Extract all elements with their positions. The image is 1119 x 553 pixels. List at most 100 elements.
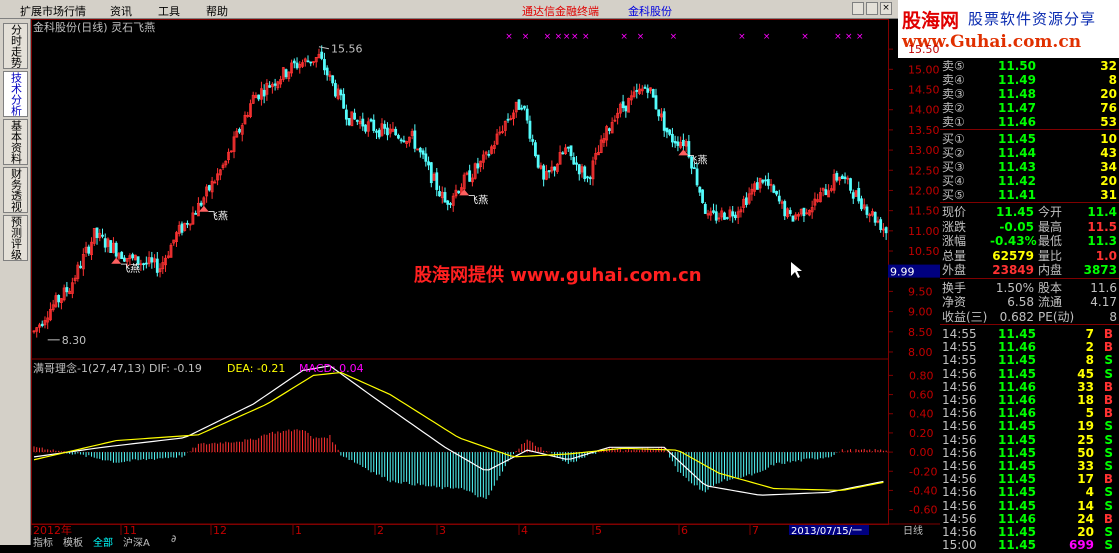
candle-body (553, 166, 556, 171)
kline-chart[interactable]: 15.50 15.00 14.50 14.00 13.50 13.00 12.50 12.00… (31, 19, 940, 535)
candle-body (150, 257, 154, 263)
top-marker: × (544, 32, 552, 42)
candle-body (347, 118, 351, 126)
minimize-icon[interactable] (852, 2, 864, 15)
candle-body (643, 86, 647, 89)
candle-body (695, 168, 699, 186)
candle-body (575, 162, 578, 165)
candle-body (654, 95, 658, 110)
candle-body (109, 240, 113, 253)
candle-body (487, 153, 491, 156)
top-marker: × (856, 32, 864, 42)
candle-body (701, 189, 704, 203)
stock-link[interactable]: 金科股份 (628, 3, 672, 19)
candle-body (325, 67, 329, 76)
x-axis-label: 6 (681, 524, 688, 535)
candle-body (783, 201, 787, 217)
bid-label: 买⑤ (942, 188, 965, 202)
menu-help[interactable]: 帮助 (206, 3, 228, 19)
macd-tick-label: 0.80 (909, 369, 934, 382)
candle-body (865, 206, 869, 215)
menu-bar: 扩展市场行情 资讯 工具 帮助 通达信金融终端 金科股份 × (0, 0, 898, 19)
tab-extra[interactable]: ∂ (171, 534, 176, 545)
menu-tools[interactable]: 工具 (158, 3, 180, 19)
candle-body (131, 254, 135, 259)
top-marker: × (763, 32, 771, 42)
candle-body (399, 139, 403, 142)
dif-value: DIF: -0.19 (149, 362, 202, 375)
tick-time: 15:00 (942, 538, 977, 553)
candle-body (186, 222, 189, 225)
macd-tick-label: -0.60 (909, 504, 937, 517)
x-axis-label: 7 (752, 524, 759, 535)
candle-body (531, 139, 535, 142)
tab-sh-sz-a[interactable]: 沪深A (123, 534, 150, 549)
tab-fundamentals[interactable]: 基本资料 (3, 119, 28, 165)
price-tick-label: 9.00 (908, 306, 933, 319)
top-marker: × (845, 32, 853, 42)
candle-body (745, 197, 748, 205)
candle-body (857, 187, 861, 202)
candle-body (791, 215, 795, 222)
top-marker: × (801, 32, 809, 42)
dea-value: DEA: -0.21 (227, 362, 285, 375)
candle-body (777, 195, 781, 202)
candle-body (849, 178, 852, 191)
candle-body (802, 207, 806, 217)
price-tick-label: 10.50 (908, 245, 940, 258)
macd-value: MACD: 0.04 (299, 362, 364, 375)
candle-body (353, 112, 356, 120)
candle-body (402, 140, 406, 143)
candle-body (788, 210, 792, 214)
top-marker: × (670, 32, 678, 42)
candle-body (238, 128, 241, 133)
candle-body (443, 192, 447, 203)
quote-panel: 卖⑤ 11.50 32 卖④ 11.49 8 卖③ 11.48 20 卖② 11.47 76 卖① 11.… (940, 58, 1119, 552)
candle-body (843, 176, 847, 179)
tab-technical[interactable]: 技术分析 (3, 71, 28, 117)
menu-extended-market[interactable]: 扩展市场行情 (20, 3, 86, 19)
candle-body (665, 127, 669, 133)
candle-body (194, 212, 198, 215)
x-axis-label: 5 (595, 524, 602, 535)
candle-body (884, 227, 888, 234)
candle-body (860, 198, 863, 210)
x-axis-label: 2 (377, 524, 384, 535)
tab-template[interactable]: 模板 (63, 534, 83, 549)
candle-body (569, 145, 573, 157)
restore-icon[interactable] (866, 2, 878, 15)
tab-forecast[interactable]: 预测评级 (3, 215, 28, 261)
bid-price: 11.41 (998, 188, 1036, 202)
tab-intraday[interactable]: 分时走势 (3, 23, 28, 69)
tab-indicator[interactable]: 指标 (33, 534, 53, 549)
bid-row: 买⑤ 11.41 31 (940, 187, 1119, 203)
candle-body (525, 108, 529, 121)
candle-body (207, 185, 211, 191)
stat-label: 外盘 (942, 263, 967, 277)
candle-body (342, 93, 346, 109)
current-price-label: 9.99 (890, 266, 915, 279)
candle-body (506, 118, 510, 121)
candle-body (542, 165, 546, 180)
candle-body (273, 83, 277, 86)
candle-body (561, 152, 565, 155)
candle-body (199, 202, 203, 206)
candle-body (309, 61, 313, 64)
x-axis-label: 4 (521, 524, 528, 535)
macd-tick-label: 0.40 (909, 408, 934, 421)
candle-body (624, 105, 628, 112)
tab-financials[interactable]: 财务透视 (3, 167, 28, 213)
stats2-separator (940, 277, 1119, 279)
candle-body (114, 242, 118, 257)
candle-body (646, 88, 650, 93)
menu-info[interactable]: 资讯 (110, 3, 132, 19)
macd-tick-label: 0.20 (909, 427, 934, 440)
tab-all[interactable]: 全部 (93, 534, 113, 549)
tick-price: 11.45 (998, 538, 1036, 553)
tick-row: 15:00 11.45 699 S (940, 537, 1119, 553)
close-icon[interactable]: × (880, 2, 892, 15)
candle-body (355, 119, 359, 122)
candle-body (588, 177, 592, 180)
candle-body (424, 153, 428, 162)
candle-body (418, 147, 422, 153)
